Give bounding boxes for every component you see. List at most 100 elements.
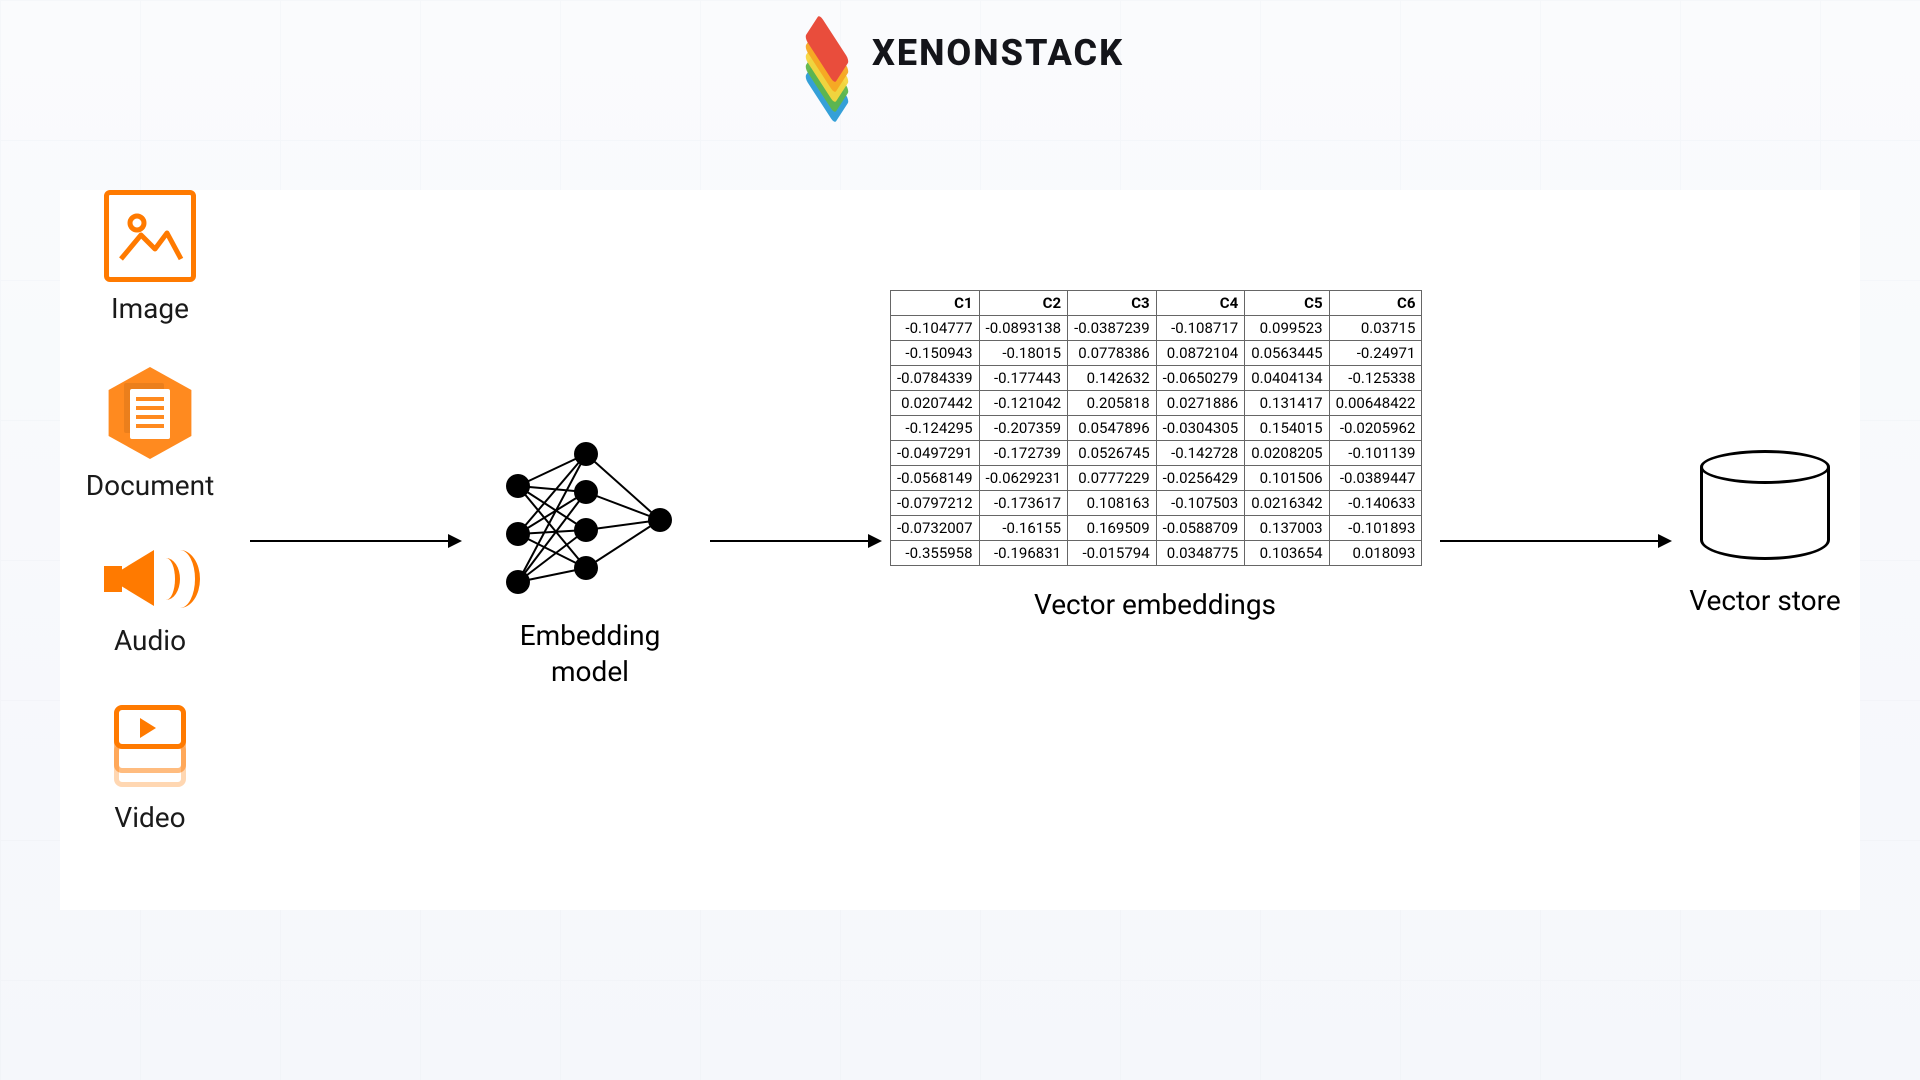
table-cell: -0.0256429	[1156, 466, 1245, 491]
database-icon	[1700, 450, 1830, 560]
table-cell: -0.142728	[1156, 441, 1245, 466]
arrow-embeddings-to-store	[1440, 540, 1670, 542]
input-document-label: Document	[86, 469, 214, 502]
vector-store: Vector store	[1680, 450, 1850, 617]
table-cell: -0.0205962	[1329, 416, 1422, 441]
table-cell: 0.0271886	[1156, 391, 1245, 416]
col-header: C5	[1245, 291, 1329, 316]
table-cell: -0.0588709	[1156, 516, 1245, 541]
table-cell: 0.0404134	[1245, 366, 1329, 391]
brand-logo: XENONSTACK	[796, 22, 1124, 84]
col-header: C3	[1068, 291, 1157, 316]
table-cell: -0.0389447	[1329, 466, 1422, 491]
table-cell: -0.355958	[891, 541, 980, 566]
table-cell: 0.0778386	[1068, 341, 1157, 366]
table-cell: 0.099523	[1245, 316, 1329, 341]
input-audio: Audio	[80, 544, 220, 657]
table-cell: -0.0629231	[979, 466, 1068, 491]
embeddings-table: C1C2C3C4C5C6 -0.104777-0.0893138-0.03872…	[890, 290, 1422, 566]
table-cell: -0.207359	[979, 416, 1068, 441]
embeddings-caption: Vector embeddings	[890, 588, 1420, 621]
col-header: C6	[1329, 291, 1422, 316]
table-cell: 0.137003	[1245, 516, 1329, 541]
table-cell: -0.101139	[1329, 441, 1422, 466]
neural-network-icon	[500, 440, 680, 600]
table-cell: 0.205818	[1068, 391, 1157, 416]
input-image-label: Image	[111, 292, 189, 325]
image-icon	[104, 190, 196, 282]
video-icon	[104, 699, 196, 791]
input-video: Video	[80, 699, 220, 834]
col-header: C2	[979, 291, 1068, 316]
diagram-canvas: Image Document Audio Video	[60, 190, 1860, 910]
logo-stack-icon	[796, 22, 858, 84]
table-row: 0.0207442-0.1210420.2058180.02718860.131…	[891, 391, 1422, 416]
arrow-inputs-to-model	[250, 540, 460, 542]
table-cell: 0.142632	[1068, 366, 1157, 391]
table-cell: -0.0387239	[1068, 316, 1157, 341]
table-cell: 0.03715	[1329, 316, 1422, 341]
table-cell: 0.169509	[1068, 516, 1157, 541]
table-cell: 0.0216342	[1245, 491, 1329, 516]
col-header: C4	[1156, 291, 1245, 316]
input-video-label: Video	[114, 801, 185, 834]
table-cell: -0.172739	[979, 441, 1068, 466]
input-audio-label: Audio	[114, 624, 186, 657]
embedding-model-label: Embedding model	[480, 618, 700, 691]
table-row: -0.0732007-0.161550.169509-0.05887090.13…	[891, 516, 1422, 541]
table-cell: 0.0777229	[1068, 466, 1157, 491]
brand-name: XENONSTACK	[872, 32, 1124, 74]
table-cell: -0.108717	[1156, 316, 1245, 341]
table-cell: -0.0650279	[1156, 366, 1245, 391]
table-row: -0.0568149-0.06292310.0777229-0.02564290…	[891, 466, 1422, 491]
table-cell: -0.0304305	[1156, 416, 1245, 441]
table-cell: -0.173617	[979, 491, 1068, 516]
table-cell: 0.018093	[1329, 541, 1422, 566]
table-cell: 0.0208205	[1245, 441, 1329, 466]
table-row: -0.355958-0.196831-0.0157940.03487750.10…	[891, 541, 1422, 566]
table-cell: -0.0497291	[891, 441, 980, 466]
vector-store-label: Vector store	[1680, 584, 1850, 617]
table-cell: -0.177443	[979, 366, 1068, 391]
table-row: -0.0797212-0.1736170.108163-0.1075030.02…	[891, 491, 1422, 516]
table-cell: 0.0348775	[1156, 541, 1245, 566]
table-cell: 0.00648422	[1329, 391, 1422, 416]
table-cell: 0.0526745	[1068, 441, 1157, 466]
table-cell: -0.140633	[1329, 491, 1422, 516]
table-row: -0.124295-0.2073590.0547896-0.03043050.1…	[891, 416, 1422, 441]
table-cell: 0.154015	[1245, 416, 1329, 441]
table-cell: -0.107503	[1156, 491, 1245, 516]
table-cell: -0.101893	[1329, 516, 1422, 541]
table-cell: -0.150943	[891, 341, 980, 366]
table-cell: -0.16155	[979, 516, 1068, 541]
table-cell: 0.0547896	[1068, 416, 1157, 441]
input-modalities: Image Document Audio Video	[80, 190, 220, 834]
table-cell: 0.0563445	[1245, 341, 1329, 366]
table-cell: -0.18015	[979, 341, 1068, 366]
table-cell: 0.0207442	[891, 391, 980, 416]
table-row: -0.150943-0.180150.07783860.08721040.056…	[891, 341, 1422, 366]
vector-embeddings-table: C1C2C3C4C5C6 -0.104777-0.0893138-0.03872…	[890, 290, 1420, 621]
col-header: C1	[891, 291, 980, 316]
table-cell: -0.196831	[979, 541, 1068, 566]
table-row: -0.0784339-0.1774430.142632-0.06502790.0…	[891, 366, 1422, 391]
table-cell: 0.0872104	[1156, 341, 1245, 366]
table-cell: -0.0732007	[891, 516, 980, 541]
document-icon	[104, 367, 196, 459]
table-cell: 0.108163	[1068, 491, 1157, 516]
table-cell: -0.0797212	[891, 491, 980, 516]
audio-icon	[104, 544, 196, 614]
input-image: Image	[80, 190, 220, 325]
table-cell: -0.015794	[1068, 541, 1157, 566]
table-cell: -0.125338	[1329, 366, 1422, 391]
table-cell: -0.0784339	[891, 366, 980, 391]
table-cell: -0.0568149	[891, 466, 980, 491]
embedding-model: Embedding model	[480, 440, 700, 691]
table-cell: 0.131417	[1245, 391, 1329, 416]
table-cell: -0.0893138	[979, 316, 1068, 341]
table-cell: -0.104777	[891, 316, 980, 341]
table-cell: -0.121042	[979, 391, 1068, 416]
table-cell: 0.101506	[1245, 466, 1329, 491]
table-row: -0.104777-0.0893138-0.0387239-0.1087170.…	[891, 316, 1422, 341]
input-document: Document	[80, 367, 220, 502]
